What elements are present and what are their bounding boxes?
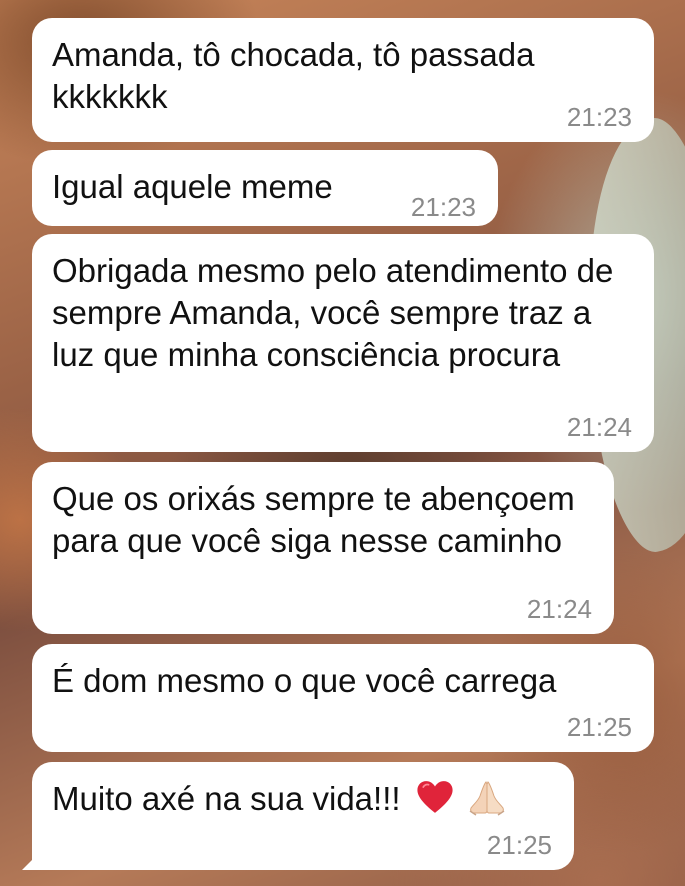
message-text: É dom mesmo o que você carrega (52, 662, 557, 699)
folded-hands-icon (469, 781, 505, 816)
message-timestamp: 21:25 (486, 830, 552, 860)
message-text: Obrigada mesmo pelo atendimento de sempr… (52, 252, 614, 373)
message-bubble[interactable]: Que os orixás sempre te abençoem para qu… (32, 462, 614, 634)
message-bubble[interactable]: Amanda, tô chocada, tô passada kkkkkkk 2… (32, 18, 654, 142)
message-bubble[interactable]: É dom mesmo o que você carrega 21:25 (32, 644, 654, 752)
message-bubble[interactable]: Muito axé na sua vida!!! 21:25 (22, 762, 574, 870)
message-timestamp: 21:25 (566, 712, 632, 742)
message-bubble[interactable]: Igual aquele meme 21:23 (32, 150, 498, 226)
message-bubble[interactable]: Obrigada mesmo pelo atendimento de sempr… (32, 234, 654, 452)
bubble-tail (22, 844, 48, 870)
red-heart-icon (417, 781, 453, 813)
message-timestamp: 21:23 (566, 102, 632, 132)
message-timestamp: 21:24 (526, 594, 592, 624)
message-timestamp: 21:23 (410, 192, 476, 222)
message-timestamp: 21:24 (566, 412, 632, 442)
message-text: Que os orixás sempre te abençoem para qu… (52, 480, 575, 559)
message-text-line: Muito axé na sua vida!!! (52, 778, 554, 820)
message-text: Amanda, tô chocada, tô passada kkkkkkk (52, 36, 535, 115)
message-text: Muito axé na sua vida!!! (52, 780, 401, 817)
